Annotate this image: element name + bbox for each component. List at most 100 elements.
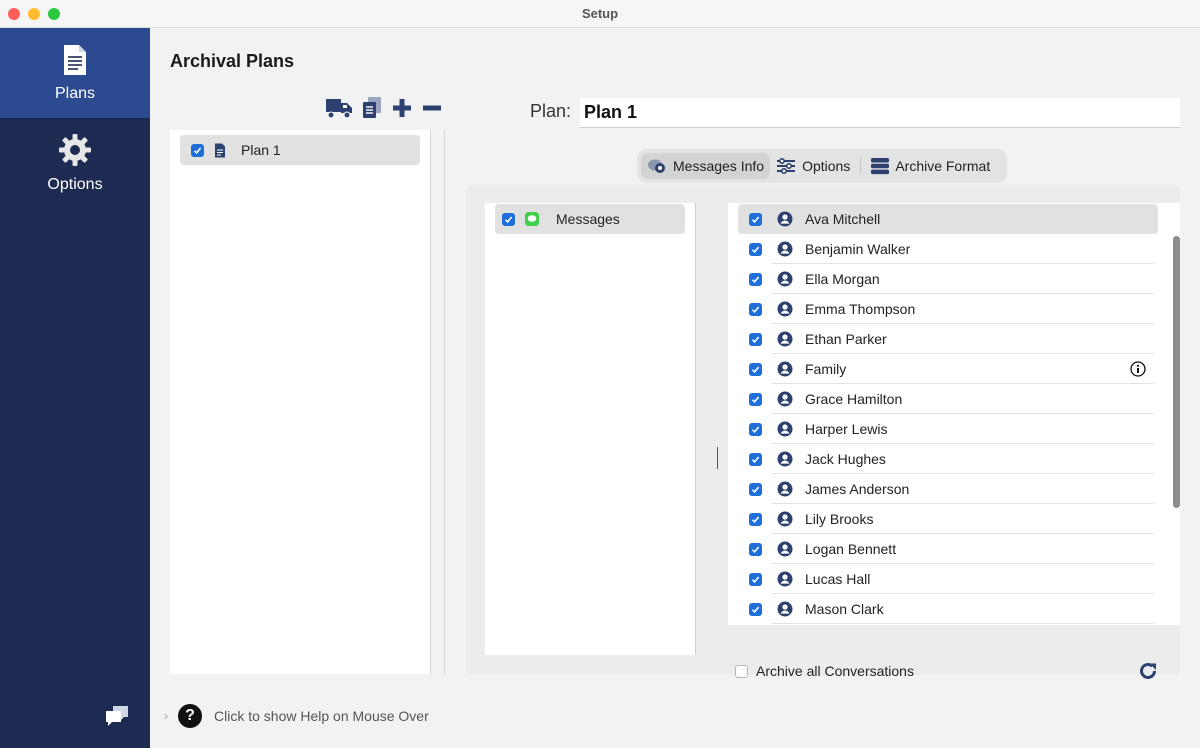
contact-checkbox[interactable] [749, 362, 762, 376]
table-row[interactable]: Jack Hughes [738, 444, 1158, 474]
truck-icon[interactable] [325, 97, 353, 119]
plan-checkbox[interactable] [191, 143, 204, 157]
copy-icon[interactable] [361, 96, 383, 120]
person-icon [777, 301, 793, 317]
info-icon[interactable] [1130, 361, 1146, 380]
person-icon [777, 511, 793, 527]
contact-name: Benjamin Walker [805, 241, 911, 257]
table-row[interactable]: Mason Clark [738, 594, 1158, 624]
divider [695, 203, 696, 655]
table-row[interactable]: Ethan Parker [738, 324, 1158, 354]
document-icon [214, 143, 226, 158]
contact-name: Grace Hamilton [805, 391, 903, 407]
plan-name-field[interactable]: Plan 1 [580, 98, 1180, 128]
contacts-list[interactable]: Ava Mitchell Benjamin Walker Ella Morgan… [728, 203, 1180, 625]
list-item[interactable]: Messages [495, 204, 685, 234]
table-row[interactable]: Logan Bennett [738, 534, 1158, 564]
contact-name: Harper Lewis [805, 421, 888, 437]
contacts-scrollbar[interactable] [1173, 236, 1180, 508]
sidebar-item-label: Options [47, 175, 103, 193]
person-icon [777, 571, 793, 587]
table-row[interactable]: Lily Brooks [738, 504, 1158, 534]
messages-info-icon [647, 157, 667, 175]
contact-name: Ethan Parker [805, 331, 887, 347]
person-icon [777, 601, 793, 617]
contact-checkbox[interactable] [749, 572, 762, 586]
table-row[interactable]: Ella Morgan [738, 264, 1158, 294]
person-icon [777, 211, 793, 227]
person-icon [777, 241, 793, 257]
plan-name: Plan 1 [241, 142, 281, 158]
person-icon [777, 391, 793, 407]
contact-name: Ava Mitchell [805, 211, 881, 227]
contact-checkbox[interactable] [749, 422, 762, 436]
divider [430, 130, 431, 674]
tab-bar: Messages Info Options Archive Format [637, 149, 1007, 183]
document-icon [62, 44, 88, 85]
table-row[interactable]: Benjamin Walker [738, 234, 1158, 264]
table-row[interactable]: Lucas Hall [738, 564, 1158, 594]
contact-name: Logan Bennett [805, 541, 897, 557]
contact-checkbox[interactable] [749, 512, 762, 526]
tab-label: Options [802, 158, 851, 174]
table-row[interactable]: James Anderson [738, 474, 1158, 504]
table-row[interactable]: Ava Mitchell [738, 204, 1158, 234]
sidebar-item-label: Plans [54, 84, 96, 102]
sliders-icon [776, 157, 796, 175]
contact-checkbox[interactable] [749, 452, 762, 466]
chevron-right-icon[interactable]: › [164, 709, 168, 723]
sidebar-item-options[interactable]: Options [0, 118, 150, 208]
contact-name: Family [805, 361, 847, 377]
divider [444, 130, 445, 674]
contact-checkbox[interactable] [749, 242, 762, 256]
database-icon [871, 157, 890, 175]
person-icon [777, 451, 793, 467]
minus-icon[interactable] [421, 97, 443, 119]
contact-checkbox[interactable] [749, 272, 762, 286]
help-text: Click to show Help on Mouse Over [214, 708, 429, 724]
refresh-icon[interactable] [1138, 661, 1158, 684]
person-icon [777, 271, 793, 287]
title-bar: Setup [0, 0, 1200, 28]
contact-name: Jack Hughes [805, 451, 886, 467]
help-bar[interactable]: › ? Click to show Help on Mouse Over [164, 704, 429, 728]
tab-messages-info[interactable]: Messages Info [641, 153, 771, 179]
source-checkbox[interactable] [502, 212, 515, 226]
source-label: Messages [556, 211, 620, 227]
contact-name: Mason Clark [805, 601, 884, 617]
contact-checkbox[interactable] [749, 482, 762, 496]
person-icon [777, 361, 793, 377]
sidebar-item-plans[interactable]: Plans [0, 28, 150, 118]
sidebar: Plans Options [0, 28, 150, 748]
tab-archive-format[interactable]: Archive Format [865, 153, 996, 179]
tab-label: Messages Info [673, 158, 765, 174]
archive-all-option[interactable]: Archive all Conversations [735, 663, 914, 679]
page-title: Archival Plans [170, 51, 295, 71]
contact-name: Lucas Hall [805, 571, 871, 587]
person-icon [777, 421, 793, 437]
row-separator [772, 623, 1154, 624]
contact-checkbox[interactable] [749, 332, 762, 346]
table-row[interactable]: Family [738, 354, 1158, 384]
table-row[interactable]: Emma Thompson [738, 294, 1158, 324]
list-item[interactable]: Plan 1 [180, 135, 420, 165]
main-content: Archival Plans Plan 1 Plan: Plan 1 Messa… [150, 28, 1200, 748]
archive-all-label: Archive all Conversations [756, 663, 914, 679]
help-icon[interactable]: ? [178, 704, 202, 728]
chat-bubbles-icon[interactable] [104, 703, 130, 730]
archive-all-checkbox[interactable] [735, 664, 748, 678]
divider [860, 158, 862, 174]
contact-checkbox[interactable] [749, 542, 762, 556]
split-view-handle[interactable] [717, 447, 718, 469]
contact-checkbox[interactable] [749, 392, 762, 406]
table-row[interactable]: Harper Lewis [738, 414, 1158, 444]
contact-checkbox[interactable] [749, 302, 762, 316]
person-icon [777, 331, 793, 347]
plan-name-label: Plan: [530, 101, 572, 121]
person-icon [777, 481, 793, 497]
contact-checkbox[interactable] [749, 602, 762, 616]
table-row[interactable]: Grace Hamilton [738, 384, 1158, 414]
plus-icon[interactable] [391, 97, 413, 119]
contact-checkbox[interactable] [749, 212, 762, 226]
tab-options[interactable]: Options [770, 153, 856, 179]
